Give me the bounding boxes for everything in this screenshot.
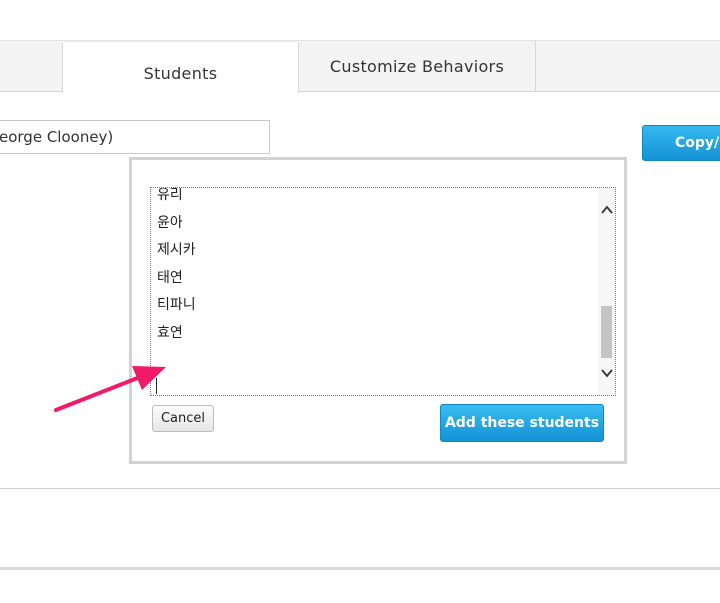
student-name-line: 태연 [157,269,183,286]
student-name-line: 티파니 [157,297,196,313]
student-name-line: 윤아 [157,214,183,231]
copy-button[interactable]: Copy/p [642,125,720,161]
teacher-name-value: eorge Clooney) [0,128,114,146]
tab-students-label: Students [143,63,218,83]
student-name-line [157,350,196,378]
student-names-list: 유리 윤아 제시카 태연 티파니 효연 [157,187,196,378]
student-names-textarea[interactable]: 유리 윤아 제시카 태연 티파니 효연 [150,187,616,396]
add-students-button-label: Add these students [444,415,600,431]
student-name-line: 유리 [157,187,183,203]
text-cursor [156,378,157,394]
cancel-button-label: Cancel [160,411,206,426]
tab-students[interactable]: Students [62,43,299,93]
section-divider [0,488,720,489]
student-name-line: 제시카 [157,242,196,258]
tab-customize-behaviors-label: Customize Behaviors [329,56,505,76]
textarea-scrollbar[interactable] [598,188,615,395]
chevron-down-icon[interactable] [598,365,615,381]
copy-button-label: Copy/p [675,135,720,151]
add-students-button[interactable]: Add these students [440,404,604,442]
teacher-name-field[interactable]: eorge Clooney) [0,120,270,154]
student-name-line: 효연 [157,324,183,341]
cancel-button[interactable]: Cancel [152,405,214,432]
tab-customize-behaviors[interactable]: Customize Behaviors [299,41,536,91]
footer-divider [0,567,720,570]
scrollbar-thumb[interactable] [601,306,612,358]
tab-bar: Students Customize Behaviors [0,40,720,93]
chevron-up-icon[interactable] [598,202,615,218]
